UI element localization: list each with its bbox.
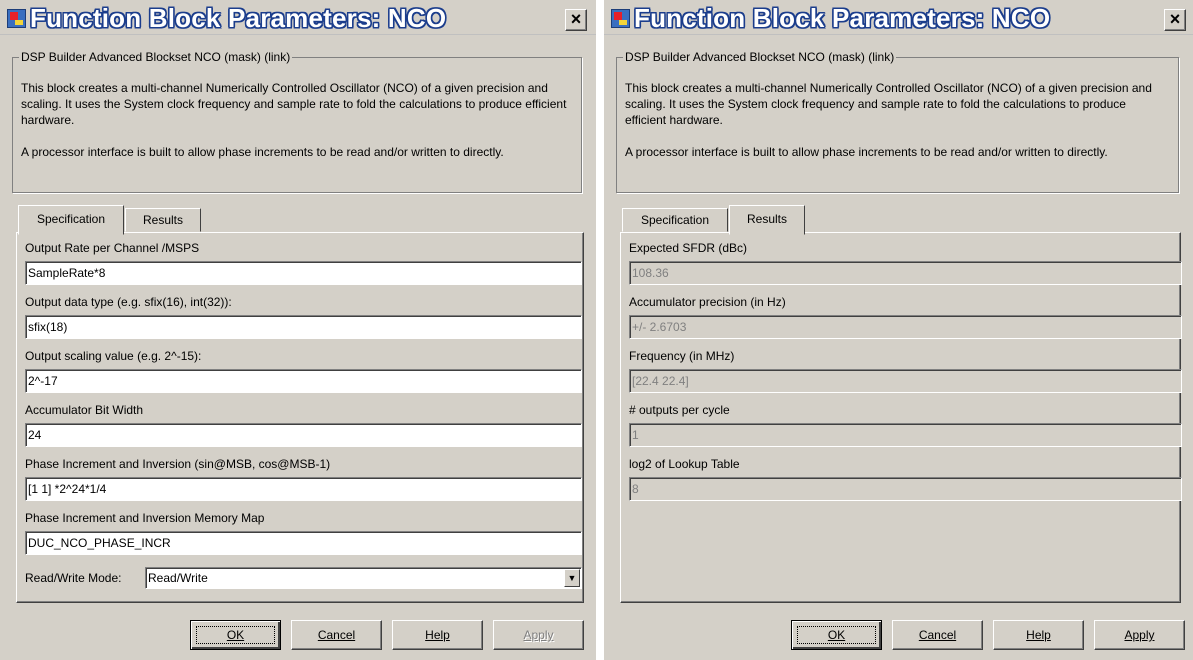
- window-title: Function Block Parameters: NCO: [634, 3, 1051, 33]
- group-label: DSP Builder Advanced Blockset NCO (mask)…: [623, 50, 897, 64]
- chevron-down-icon[interactable]: ▼: [564, 569, 580, 587]
- dialog-results: Function Block Parameters: NCO × DSP Bui…: [604, 0, 1193, 660]
- title-bar[interactable]: Function Block Parameters: NCO ×: [604, 0, 1193, 35]
- outputs-per-cycle-field: 1: [629, 423, 1182, 447]
- apply-button[interactable]: Apply: [1094, 620, 1185, 650]
- cancel-button[interactable]: Cancel: [291, 620, 382, 650]
- tab-specification[interactable]: Specification: [18, 205, 124, 235]
- simulink-block-icon: [611, 9, 630, 28]
- field-label: Phase Increment and Inversion (sin@MSB, …: [25, 457, 331, 471]
- field-label: Frequency (in MHz): [629, 349, 735, 363]
- description-paragraph: This block creates a multi-channel Numer…: [625, 81, 1152, 127]
- results-panel: Expected SFDR (dBc) 108.36 Accumulator p…: [620, 232, 1182, 603]
- ok-button[interactable]: OK: [190, 620, 281, 650]
- tab-results[interactable]: Results: [729, 205, 805, 235]
- description-paragraph: A processor interface is built to allow …: [625, 145, 1108, 159]
- description-group: DSP Builder Advanced Blockset NCO (mask)…: [616, 50, 1179, 193]
- field-label: # outputs per cycle: [629, 403, 730, 417]
- field-label: Output scaling value (e.g. 2^-15):: [25, 349, 202, 363]
- help-button[interactable]: Help: [392, 620, 483, 650]
- tab-specification[interactable]: Specification: [622, 208, 728, 232]
- description-paragraph: This block creates a multi-channel Numer…: [21, 81, 567, 127]
- title-bar[interactable]: Function Block Parameters: NCO ×: [0, 0, 596, 35]
- lookup-table-size-field: 8: [629, 477, 1182, 501]
- specification-panel: Output Rate per Channel /MSPS SampleRate…: [16, 232, 584, 603]
- read-write-mode-select[interactable]: Read/Write ▼: [145, 567, 582, 589]
- field-label: Output data type (e.g. sfix(16), int(32)…: [25, 295, 232, 309]
- window-title: Function Block Parameters: NCO: [30, 3, 447, 33]
- cancel-button[interactable]: Cancel: [892, 620, 983, 650]
- close-button[interactable]: ×: [565, 9, 587, 31]
- output-rate-input[interactable]: SampleRate*8: [25, 261, 582, 285]
- dialog-specification: Function Block Parameters: NCO × DSP Bui…: [0, 0, 596, 660]
- field-label: Phase Increment and Inversion Memory Map: [25, 511, 265, 525]
- frequency-field: [22.4 22.4]: [629, 369, 1182, 393]
- output-scaling-input[interactable]: 2^-17: [25, 369, 582, 393]
- field-label: Accumulator Bit Width: [25, 403, 144, 417]
- field-label: Expected SFDR (dBc): [629, 241, 748, 255]
- field-label: Accumulator precision (in Hz): [629, 295, 786, 309]
- tab-strip: Specification Results: [622, 205, 1182, 235]
- simulink-block-icon: [7, 9, 26, 28]
- tab-results[interactable]: Results: [125, 208, 201, 232]
- accumulator-precision-field: +/- 2.6703: [629, 315, 1182, 339]
- expected-sfdr-field: 108.36: [629, 261, 1182, 285]
- close-button[interactable]: ×: [1164, 9, 1186, 31]
- phase-increment-input[interactable]: [1 1] *2^24*1/4: [25, 477, 582, 501]
- ok-button[interactable]: OK: [791, 620, 882, 650]
- tab-strip: Specification Results: [18, 205, 578, 235]
- description-group: DSP Builder Advanced Blockset NCO (mask)…: [12, 50, 582, 193]
- phase-increment-memory-map-input[interactable]: DUC_NCO_PHASE_INCR: [25, 531, 582, 555]
- description-paragraph: A processor interface is built to allow …: [21, 145, 504, 159]
- help-button[interactable]: Help: [993, 620, 1084, 650]
- description: This block creates a multi-channel Numer…: [625, 80, 1168, 160]
- group-label: DSP Builder Advanced Blockset NCO (mask)…: [19, 50, 293, 64]
- field-label: Output Rate per Channel /MSPS: [25, 241, 200, 255]
- description: This block creates a multi-channel Numer…: [21, 80, 571, 160]
- read-write-mode-value: Read/Write: [148, 571, 208, 585]
- accumulator-bit-width-input[interactable]: 24: [25, 423, 582, 447]
- read-write-mode-label: Read/Write Mode:: [25, 571, 122, 585]
- apply-button[interactable]: Apply: [493, 620, 584, 650]
- output-data-type-input[interactable]: sfix(18): [25, 315, 582, 339]
- field-label: log2 of Lookup Table: [629, 457, 740, 471]
